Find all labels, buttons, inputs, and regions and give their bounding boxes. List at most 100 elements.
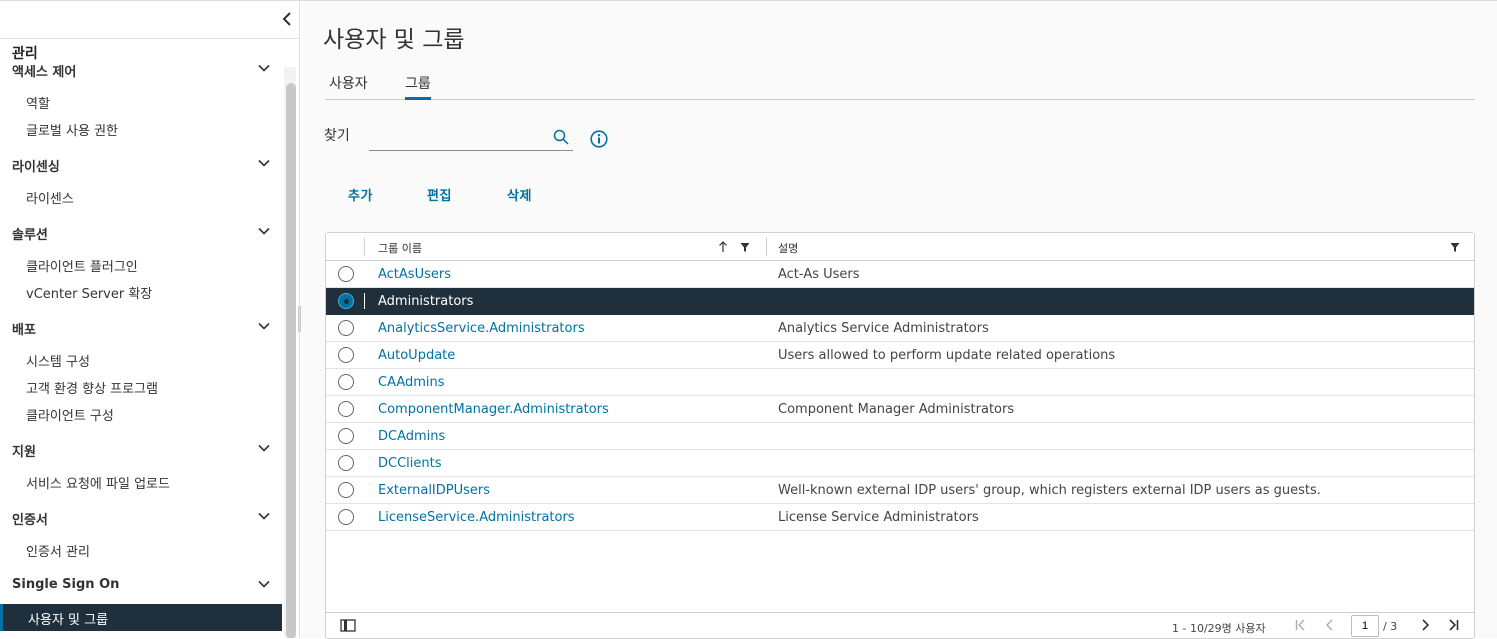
main-content: 사용자 및 그룹 사용자 그룹 찾기 추가 편집 삭제 그룹 이름 설명 Act… <box>301 1 1497 639</box>
group-name-link[interactable]: CAAdmins <box>378 375 445 390</box>
sidebar-item[interactable]: 클라이언트 구성 <box>0 400 282 427</box>
sidebar-item[interactable]: 고객 환경 향상 프로그램 <box>0 373 282 400</box>
sidebar-section-header[interactable]: 지원 <box>0 435 282 468</box>
column-header-group-name[interactable]: 그룹 이름 <box>378 240 422 256</box>
sidebar-section-gap <box>0 142 282 150</box>
cell-separator <box>364 266 365 282</box>
sidebar-item[interactable]: 구성 <box>0 631 282 638</box>
tab-bar: 사용자 그룹 <box>325 67 1475 100</box>
cell-separator <box>364 320 365 336</box>
search-input[interactable] <box>369 123 549 149</box>
sidebar-scrollbar-thumb[interactable] <box>286 83 296 638</box>
table-row[interactable]: DCClients <box>326 450 1474 477</box>
sidebar-item[interactable]: 시스템 구성 <box>0 346 282 373</box>
sidebar-section-header[interactable]: 솔루션 <box>0 218 282 251</box>
tab-users[interactable]: 사용자 <box>329 73 368 100</box>
cell-separator <box>364 374 365 390</box>
filter-icon[interactable] <box>740 241 750 253</box>
info-icon[interactable] <box>590 130 608 148</box>
row-select-radio[interactable] <box>338 428 354 444</box>
chevron-down-icon[interactable] <box>258 159 270 167</box>
cell-separator <box>364 401 365 417</box>
search-field[interactable] <box>369 123 573 151</box>
cell-separator <box>364 509 365 525</box>
sidebar-item[interactable]: 라이센스 <box>0 183 282 210</box>
page-number-input[interactable] <box>1351 615 1379 637</box>
row-select-radio[interactable] <box>338 374 354 390</box>
table-row[interactable]: DCAdmins <box>326 423 1474 450</box>
sidebar-section-label: 라이센싱 <box>12 160 60 175</box>
sidebar-section-header[interactable]: Single Sign On <box>0 571 282 604</box>
row-select-radio[interactable] <box>338 482 354 498</box>
sidebar-nav: 액세스 제어 역할 글로벌 사용 권한 라이센싱 라이센스 솔루션 클라이언트 플러그인 vC… <box>0 55 282 638</box>
chevron-down-icon[interactable] <box>258 444 270 452</box>
group-name-link[interactable]: Administrators <box>378 294 473 309</box>
row-select-radio[interactable] <box>338 347 354 363</box>
chevron-down-icon[interactable] <box>258 512 270 520</box>
sidebar-title: 관리 <box>12 43 272 65</box>
table-row[interactable]: ComponentManager.Administrators Component… <box>326 396 1474 423</box>
sidebar-item[interactable]: 사용자 및 그룹 <box>0 604 282 631</box>
row-select-radio[interactable] <box>338 266 354 282</box>
group-description: Well-known external IDP users' group, wh… <box>778 483 1321 498</box>
tab-groups[interactable]: 그룹 <box>405 73 431 100</box>
group-name-link[interactable]: AutoUpdate <box>378 348 455 363</box>
previous-page-icon[interactable] <box>1323 618 1337 632</box>
column-toggle-icon[interactable] <box>340 619 356 632</box>
group-name-link[interactable]: DCAdmins <box>378 429 445 444</box>
table-row[interactable]: ExternalIDPUsers Well-known external IDP … <box>326 477 1474 504</box>
sidebar: 관리 액세스 제어 역할 글로벌 사용 권한 라이센싱 라이센스 솔루션 클라이언트 플러그… <box>0 1 300 638</box>
sidebar-section-gap <box>0 563 282 571</box>
row-select-radio[interactable] <box>338 455 354 471</box>
table-row[interactable]: ActAsUsers Act-As Users <box>326 261 1474 288</box>
search-label: 찾기 <box>324 128 350 144</box>
filter-icon[interactable] <box>1450 241 1460 253</box>
sidebar-section-header[interactable]: 라이센싱 <box>0 150 282 183</box>
table-row[interactable]: AutoUpdate Users allowed to perform updat… <box>326 342 1474 369</box>
group-name-link[interactable]: DCClients <box>378 456 442 471</box>
sidebar-item[interactable]: 역할 <box>0 88 282 115</box>
chevron-down-icon[interactable] <box>258 227 270 235</box>
page-total: / 3 <box>1383 620 1398 633</box>
column-header-description[interactable]: 설명 <box>778 240 798 256</box>
add-button[interactable]: 추가 <box>348 185 373 204</box>
group-description: Analytics Service Administrators <box>778 321 989 336</box>
group-name-link[interactable]: AnalyticsService.Administrators <box>378 321 585 336</box>
sort-ascending-icon[interactable] <box>718 241 728 253</box>
delete-button[interactable]: 삭제 <box>507 185 532 204</box>
row-select-radio[interactable] <box>338 320 354 336</box>
sidebar-section-label: 솔루션 <box>12 228 48 243</box>
search-icon[interactable] <box>553 129 569 145</box>
group-name-link[interactable]: LicenseService.Administrators <box>378 510 575 525</box>
row-select-radio[interactable] <box>338 293 354 309</box>
sidebar-item[interactable]: vCenter Server 확장 <box>0 278 282 305</box>
row-select-radio[interactable] <box>338 401 354 417</box>
table-row[interactable]: AnalyticsService.Administrators Analytics… <box>326 315 1474 342</box>
next-page-icon[interactable] <box>1418 618 1432 632</box>
group-name-link[interactable]: ActAsUsers <box>378 267 451 282</box>
sidebar-item[interactable]: 인증서 관리 <box>0 536 282 563</box>
table-row[interactable]: LicenseService.Administrators License Ser… <box>326 504 1474 531</box>
sidebar-section-label: 배포 <box>12 323 36 338</box>
cell-separator <box>364 428 365 444</box>
edit-button[interactable]: 편집 <box>427 185 452 204</box>
chevron-down-icon[interactable] <box>258 64 270 72</box>
group-name-link[interactable]: ExternalIDPUsers <box>378 483 490 498</box>
sidebar-item[interactable]: 글로벌 사용 권한 <box>0 115 282 142</box>
sidebar-section-header[interactable]: 인증서 <box>0 503 282 536</box>
sidebar-item[interactable]: 클라이언트 플러그인 <box>0 251 282 278</box>
group-name-link[interactable]: ComponentManager.Administrators <box>378 402 609 417</box>
sidebar-toggle-row <box>0 1 299 39</box>
row-select-radio[interactable] <box>338 509 354 525</box>
chevron-left-icon[interactable] <box>280 10 294 28</box>
chevron-down-icon[interactable] <box>258 580 270 588</box>
sidebar-section-header[interactable]: 배포 <box>0 313 282 346</box>
grid-body: ActAsUsers Act-As Users Administrators Anal… <box>326 261 1474 531</box>
table-row[interactable]: Administrators <box>326 288 1474 315</box>
grid-footer: 1 - 10/29명 사용자 / 3 <box>326 612 1474 638</box>
table-row[interactable]: CAAdmins <box>326 369 1474 396</box>
first-page-icon[interactable] <box>1294 618 1308 632</box>
last-page-icon[interactable] <box>1446 618 1460 632</box>
sidebar-item[interactable]: 서비스 요청에 파일 업로드 <box>0 468 282 495</box>
chevron-down-icon[interactable] <box>258 322 270 330</box>
